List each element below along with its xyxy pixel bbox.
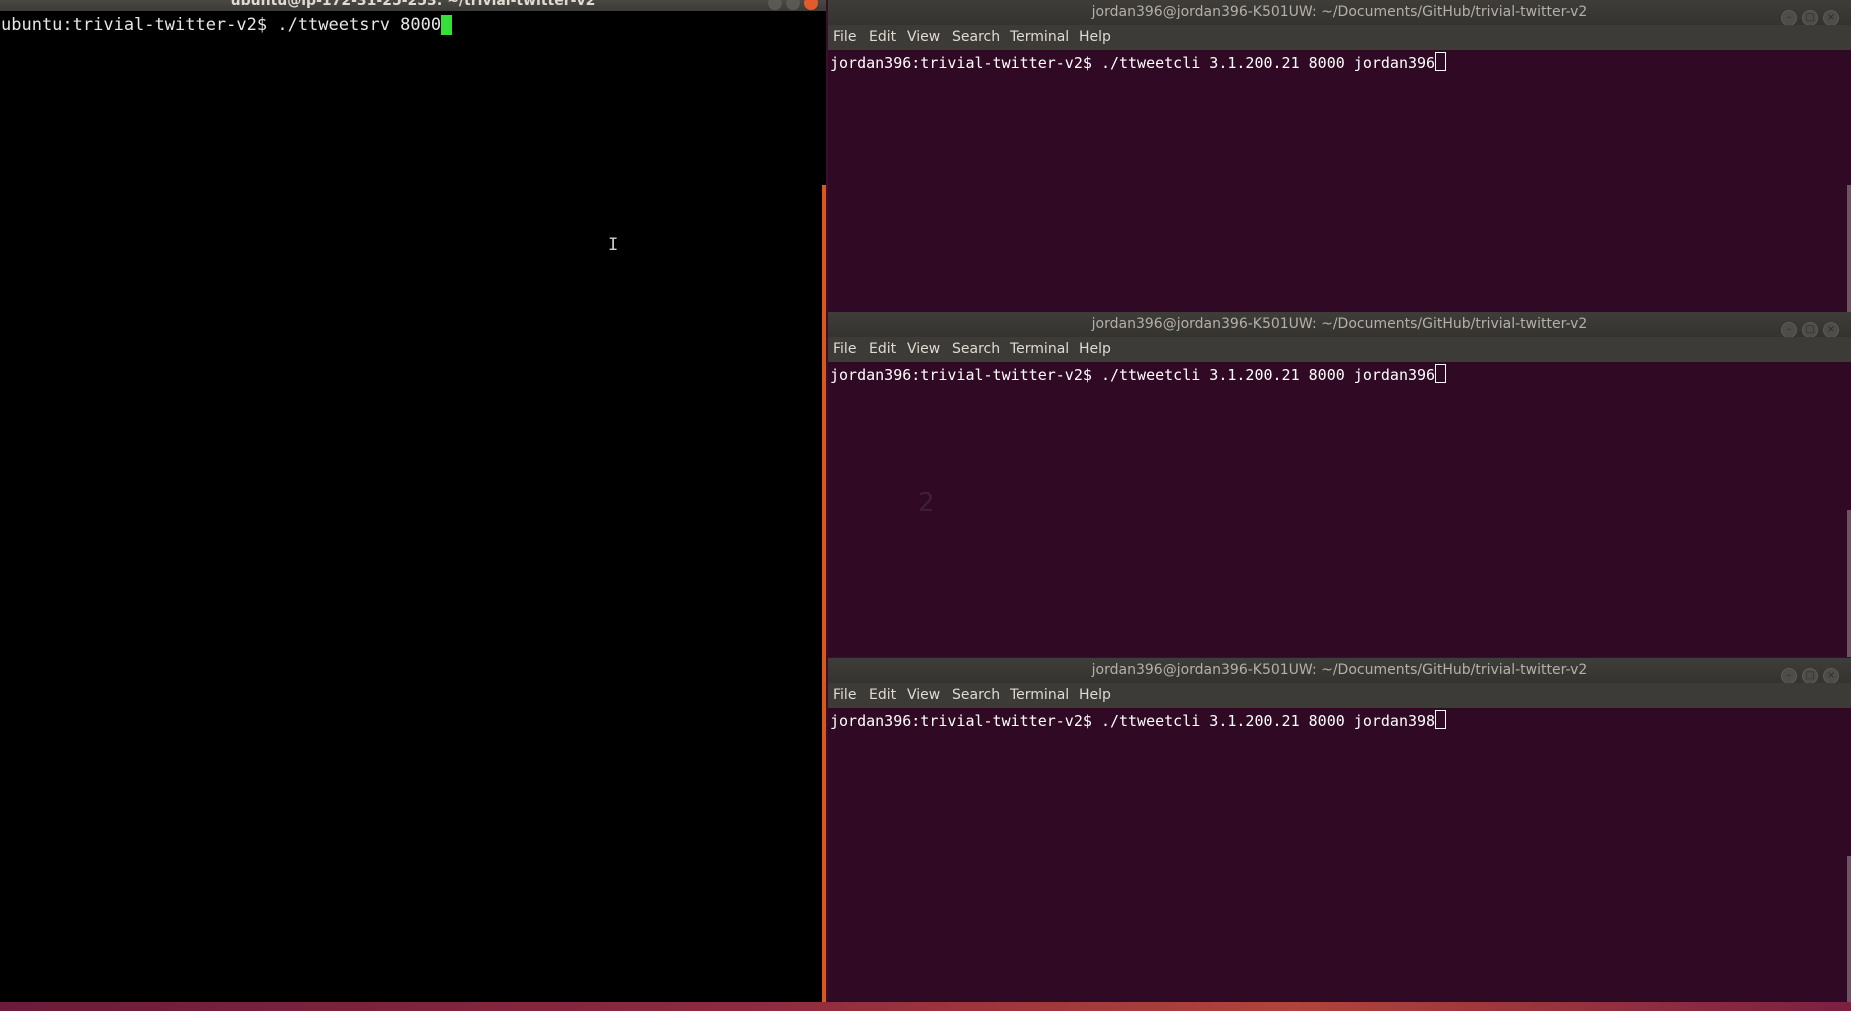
scrollbar[interactable] (1847, 185, 1851, 312)
text-cursor (1435, 710, 1447, 729)
client-terminal-1[interactable]: jordan396@jordan396-K501UW: ~/Documents/… (828, 0, 1851, 312)
desktop-wallpaper (0, 1002, 1851, 1011)
menu-view[interactable]: View (907, 341, 940, 357)
command: ./ttweetcli 3.1.200.21 8000 jordan396 (1100, 366, 1436, 384)
window-title: jordan396@jordan396-K501UW: ~/Documents/… (1091, 4, 1588, 20)
server-terminal-output[interactable]: ubuntu:trivial-twitter-v2$ ./ttweetsrv 8… (0, 11, 826, 1002)
menu-terminal[interactable]: Terminal (1010, 29, 1069, 45)
server-terminal-titlebar[interactable]: ubuntu@ip-172-31-25-253: ~/trivial-twitt… (0, 0, 826, 11)
terminal-output[interactable]: jordan396:trivial-twitter-v2$ ./ttweetcl… (830, 50, 1851, 312)
menu-view[interactable]: View (907, 687, 940, 703)
menu-file[interactable]: File (833, 687, 856, 703)
menubar: File Edit View Search Terminal Help (828, 337, 1851, 362)
menu-file[interactable]: File (833, 341, 856, 357)
prompt: jordan396:trivial-twitter-v2$ (830, 366, 1101, 384)
menu-search[interactable]: Search (952, 29, 1000, 45)
window-title: jordan396@jordan396-K501UW: ~/Documents/… (1091, 662, 1588, 678)
menu-edit[interactable]: Edit (869, 687, 896, 703)
menu-edit[interactable]: Edit (869, 29, 896, 45)
menu-help[interactable]: Help (1079, 29, 1111, 45)
maximize-icon[interactable]: □ (1802, 668, 1818, 684)
close-icon[interactable]: × (1823, 10, 1839, 26)
client-terminal-1-titlebar[interactable]: jordan396@jordan396-K501UW: ~/Documents/… (828, 0, 1851, 26)
scrollbar[interactable] (1847, 510, 1851, 657)
terminal-output[interactable]: jordan396:trivial-twitter-v2$ ./ttweetcl… (830, 708, 1851, 1002)
ibeam-cursor-icon: I (608, 235, 619, 255)
maximize-icon[interactable]: □ (1802, 322, 1818, 338)
server-prompt: ubuntu:trivial-twitter-v2$ (1, 15, 278, 35)
client-terminal-2-titlebar[interactable]: jordan396@jordan396-K501UW: ~/Documents/… (828, 312, 1851, 338)
client-terminal-3-titlebar[interactable]: jordan396@jordan396-K501UW: ~/Documents/… (828, 658, 1851, 684)
menu-help[interactable]: Help (1079, 687, 1111, 703)
minimize-icon[interactable]: – (1781, 322, 1797, 338)
active-window-border (822, 185, 826, 1002)
prompt: jordan396:trivial-twitter-v2$ (830, 54, 1101, 72)
server-terminal-title: ubuntu@ip-172-31-25-253: ~/trivial-twitt… (230, 0, 596, 9)
scrollbar[interactable] (1847, 856, 1851, 1002)
command: ./ttweetcli 3.1.200.21 8000 jordan398 (1100, 712, 1436, 730)
menu-terminal[interactable]: Terminal (1010, 341, 1069, 357)
menu-file[interactable]: File (833, 29, 856, 45)
menubar: File Edit View Search Terminal Help (828, 25, 1851, 50)
menu-search[interactable]: Search (952, 341, 1000, 357)
ghost-overlay-text: 2 (918, 488, 935, 518)
command: ./ttweetcli 3.1.200.21 8000 jordan396 (1100, 54, 1436, 72)
menu-search[interactable]: Search (952, 687, 1000, 703)
client-terminal-2[interactable]: jordan396@jordan396-K501UW: ~/Documents/… (828, 312, 1851, 657)
prompt: jordan396:trivial-twitter-v2$ (830, 712, 1101, 730)
text-cursor (441, 15, 453, 35)
server-terminal-window[interactable]: ubuntu@ip-172-31-25-253: ~/trivial-twitt… (0, 0, 826, 1002)
text-cursor (1435, 364, 1447, 383)
window-title: jordan396@jordan396-K501UW: ~/Documents/… (1091, 316, 1588, 332)
menu-terminal[interactable]: Terminal (1010, 687, 1069, 703)
minimize-icon[interactable]: – (1781, 10, 1797, 26)
minimize-icon[interactable]: – (1781, 668, 1797, 684)
client-terminal-3[interactable]: jordan396@jordan396-K501UW: ~/Documents/… (828, 658, 1851, 1002)
menu-help[interactable]: Help (1079, 341, 1111, 357)
close-icon[interactable]: × (1823, 322, 1839, 338)
terminal-output[interactable]: jordan396:trivial-twitter-v2$ ./ttweetcl… (830, 362, 1851, 657)
menu-view[interactable]: View (907, 29, 940, 45)
maximize-icon[interactable]: □ (1802, 10, 1818, 26)
menubar: File Edit View Search Terminal Help (828, 683, 1851, 708)
text-cursor (1435, 52, 1447, 71)
server-command: ./ttweetsrv 8000 (277, 15, 442, 35)
menu-edit[interactable]: Edit (869, 341, 896, 357)
close-icon[interactable]: × (1823, 668, 1839, 684)
